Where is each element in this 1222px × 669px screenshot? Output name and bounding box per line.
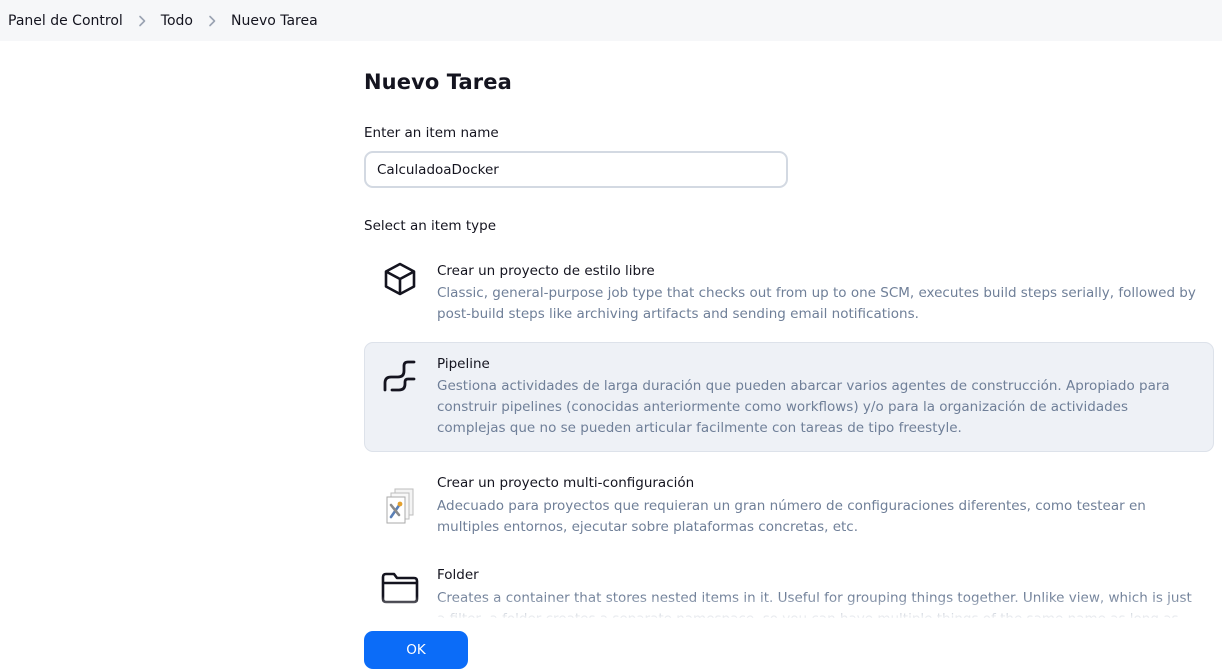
item-type-pipeline[interactable]: Pipeline Gestiona actividades de larga d… bbox=[364, 342, 1214, 452]
item-type-description: Classic, general-purpose job type that c… bbox=[437, 285, 1196, 322]
item-name-label: Enter an item name bbox=[364, 125, 499, 141]
breadcrumb: Panel de Control Todo Nuevo Tarea bbox=[0, 0, 1222, 41]
item-type-multi-configuration[interactable]: Crear un proyecto multi-configuración Ad… bbox=[364, 468, 1214, 546]
item-type-description: Creates a container that stores nested i… bbox=[437, 590, 1192, 618]
item-type-description: Adecuado para proyectos que requieran un… bbox=[437, 498, 1146, 535]
item-type-label: Select an item type bbox=[364, 218, 497, 234]
item-type-title: Pipeline bbox=[437, 356, 490, 372]
pipeline-icon bbox=[379, 355, 421, 397]
item-type-description: Gestiona actividades de larga duración q… bbox=[437, 378, 1170, 436]
multi-configuration-icon bbox=[379, 487, 421, 529]
item-type-title: Crear un proyecto de estilo libre bbox=[437, 263, 655, 279]
item-type-freestyle[interactable]: Crear un proyecto de estilo libre Classi… bbox=[364, 250, 1214, 338]
breadcrumb-item-dashboard[interactable]: Panel de Control bbox=[0, 2, 131, 40]
ok-button[interactable]: OK bbox=[364, 631, 468, 669]
breadcrumb-item-all[interactable]: Todo bbox=[153, 2, 201, 40]
chevron-right-icon bbox=[131, 2, 153, 40]
item-type-folder[interactable]: Folder Creates a container that stores n… bbox=[364, 560, 1214, 618]
item-type-title: Crear un proyecto multi-configuración bbox=[437, 475, 695, 491]
freestyle-cube-icon bbox=[379, 258, 421, 300]
item-type-list: Crear un proyecto de estilo libre Classi… bbox=[364, 246, 1214, 618]
folder-icon bbox=[379, 567, 421, 609]
page-title: Nuevo Tarea bbox=[364, 70, 512, 94]
breadcrumb-item-new-task[interactable]: Nuevo Tarea bbox=[223, 2, 326, 40]
chevron-right-icon bbox=[201, 2, 223, 40]
item-type-title: Folder bbox=[437, 567, 479, 583]
item-name-input[interactable] bbox=[364, 151, 788, 188]
